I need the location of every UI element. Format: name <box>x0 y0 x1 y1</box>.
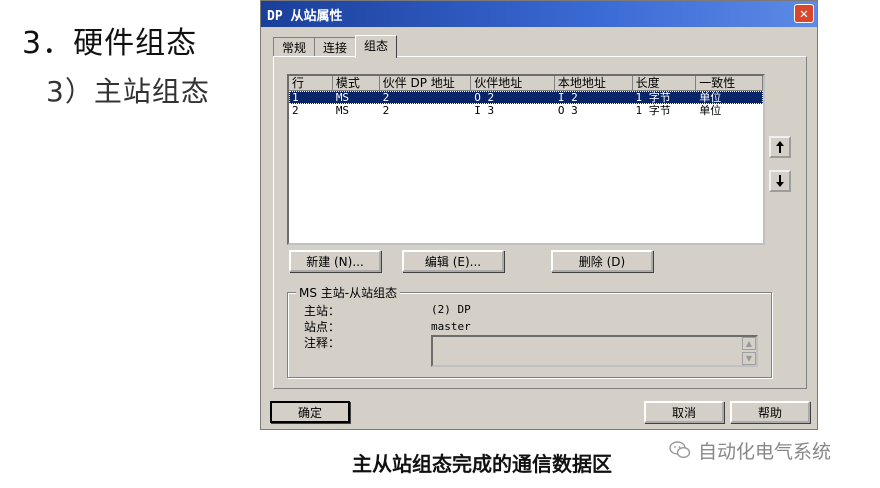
station-label: 站点： <box>304 320 341 334</box>
slide-subheading: 3）主站组态 <box>46 75 210 108</box>
arrow-up-icon <box>776 141 784 153</box>
cell-partner-dp-address: 2 <box>382 91 390 104</box>
table-header: 行 模式 伙伴 DP 地址 伙伴地址 本地地址 长度 一致性 <box>289 76 763 91</box>
cell-local-address: I 2 <box>557 91 578 104</box>
column-header-local-address[interactable]: 本地地址 <box>554 76 633 91</box>
cell-partner-address: O 2 <box>474 91 495 104</box>
ok-button[interactable]: 确定 <box>270 401 350 423</box>
arrow-down-icon <box>776 175 784 187</box>
configuration-table[interactable]: 行 模式 伙伴 DP 地址 伙伴地址 本地地址 长度 一致性 1 MS 2 O … <box>287 74 765 245</box>
comment-field[interactable]: ▲ ▼ <box>431 335 758 367</box>
move-up-button[interactable] <box>769 136 791 158</box>
delete-button[interactable]: 删除 (D) <box>551 250 653 272</box>
cell-mode: MS <box>335 104 350 117</box>
table-row[interactable]: 1 MS 2 O 2 I 2 1 字节 单位 <box>289 91 763 104</box>
dialog-title: DP 从站属性 <box>267 8 343 24</box>
comment-label: 注释： <box>304 336 341 350</box>
cell-consistency: 单位 <box>699 104 722 117</box>
close-button[interactable]: ✕ <box>794 4 814 23</box>
slide-heading: 3．硬件组态 <box>22 26 198 61</box>
move-down-button[interactable] <box>769 170 791 192</box>
dialog-titlebar[interactable]: DP 从站属性 ✕ <box>261 1 817 27</box>
figure-caption: 主从站组态完成的通信数据区 <box>352 452 612 476</box>
master-label: 主站： <box>304 304 341 318</box>
cancel-button[interactable]: 取消 <box>644 401 724 423</box>
cell-length: 1 字节 <box>635 104 671 117</box>
master-value: (2) DP <box>431 303 471 316</box>
column-header-consistency[interactable]: 一致性 <box>696 76 763 91</box>
dp-slave-properties-dialog: DP 从站属性 ✕ 常规 连接 组态 行 模式 伙伴 DP 地址 伙伴地址 本地… <box>260 0 818 430</box>
cell-mode: MS <box>335 91 350 104</box>
cell-consistency: 单位 <box>699 91 722 104</box>
tab-strip: 常规 连接 组态 <box>273 35 398 58</box>
column-header-partner-dp-address[interactable]: 伙伴 DP 地址 <box>379 76 472 91</box>
cell-partner-address: I 3 <box>474 104 495 117</box>
close-icon: ✕ <box>799 5 809 22</box>
column-header-length[interactable]: 长度 <box>632 76 697 91</box>
master-slave-config-group: MS 主站-从站组态 主站： (2) DP 站点： master 注释： ▲ ▼ <box>287 284 772 378</box>
table-row[interactable]: 2 MS 2 I 3 O 3 1 字节 单位 <box>289 104 763 117</box>
help-button[interactable]: 帮助 <box>730 401 810 423</box>
new-button[interactable]: 新建 (N)... <box>289 250 381 272</box>
tab-general[interactable]: 常规 <box>273 37 316 57</box>
cell-length: 1 字节 <box>635 91 671 104</box>
tab-configuration[interactable]: 组态 <box>355 35 398 58</box>
scroll-up-icon[interactable]: ▲ <box>742 337 756 350</box>
cell-row: 2 <box>292 104 299 117</box>
watermark: 自动化电气系统 <box>668 436 831 464</box>
watermark-text: 自动化电气系统 <box>698 440 832 463</box>
column-header-mode[interactable]: 模式 <box>332 76 380 91</box>
group-title: MS 主站-从站组态 <box>296 284 401 301</box>
tab-connection[interactable]: 连接 <box>314 37 357 57</box>
cell-partner-dp-address: 2 <box>382 104 390 117</box>
edit-button[interactable]: 编辑 (E)... <box>402 250 504 272</box>
scroll-down-icon[interactable]: ▼ <box>742 352 756 365</box>
station-value: master <box>431 320 471 333</box>
column-header-partner-address[interactable]: 伙伴地址 <box>471 76 555 91</box>
cell-local-address: O 3 <box>557 104 578 117</box>
wechat-icon <box>669 441 691 459</box>
column-header-row[interactable]: 行 <box>289 76 333 91</box>
cell-row: 1 <box>292 91 299 104</box>
